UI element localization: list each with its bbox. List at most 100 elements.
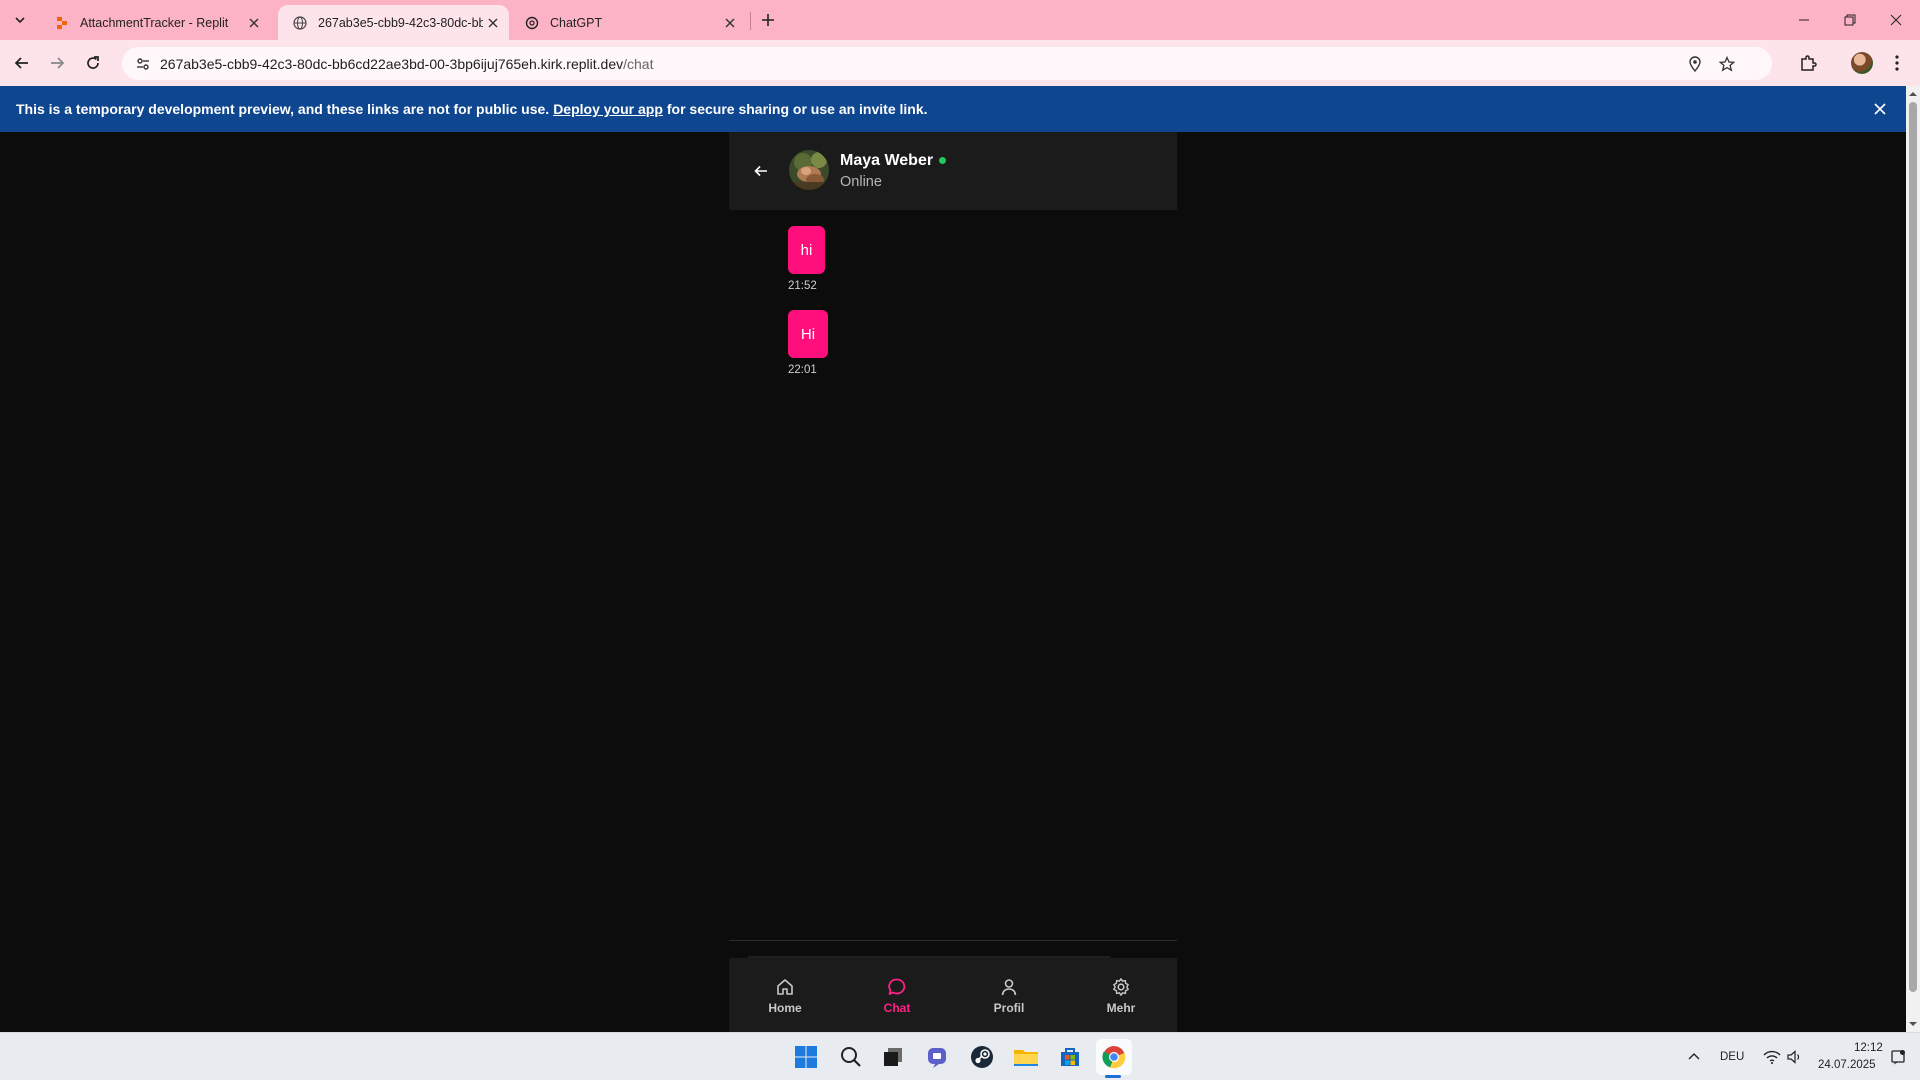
notification-icon <box>1891 1050 1905 1065</box>
gear-icon <box>1110 976 1132 998</box>
message-bubble: Hi <box>788 310 828 358</box>
deploy-app-link[interactable]: Deploy your app <box>553 101 663 117</box>
taskbar-search-button[interactable] <box>833 1039 869 1075</box>
arrow-right-icon <box>51 57 65 69</box>
browser-menu-button[interactable] <box>1885 51 1909 75</box>
reload-button[interactable] <box>79 49 107 77</box>
volume-button[interactable] <box>1780 1039 1808 1075</box>
restore-icon <box>1844 14 1856 26</box>
minimize-button[interactable] <box>1781 0 1827 40</box>
contact-name: Maya Weber <box>840 152 934 169</box>
puzzle-icon <box>1801 55 1817 71</box>
nav-label: Home <box>768 1000 802 1015</box>
steam-icon <box>971 1046 993 1068</box>
minimize-icon <box>1799 19 1809 21</box>
globe-icon <box>292 15 308 31</box>
divider <box>729 940 1177 941</box>
input-language[interactable]: DEU <box>1720 1051 1744 1063</box>
site-info-icon[interactable] <box>128 49 158 79</box>
plus-icon <box>762 14 774 26</box>
page-scrollbar[interactable] <box>1906 86 1920 1032</box>
banner-text-after: for secure sharing or use an invite link… <box>666 101 928 117</box>
scroll-down-icon[interactable] <box>1909 1020 1917 1028</box>
restore-button[interactable] <box>1827 0 1873 40</box>
nav-mehr[interactable]: Mehr <box>1065 958 1177 1032</box>
tab-chatgpt[interactable]: ChatGPT <box>510 5 746 40</box>
openai-icon <box>524 15 540 31</box>
reload-icon <box>87 56 99 69</box>
nav-label: Chat <box>883 1000 911 1015</box>
close-icon[interactable] <box>483 13 503 33</box>
nav-label: Profil <box>993 1000 1025 1015</box>
close-icon[interactable] <box>244 13 264 33</box>
folder-icon <box>1014 1050 1038 1066</box>
close-icon[interactable] <box>720 13 740 33</box>
show-hidden-icons-button[interactable] <box>1680 1039 1708 1075</box>
notifications-button[interactable] <box>1884 1039 1912 1075</box>
scroll-up-icon[interactable] <box>1909 90 1917 98</box>
start-button[interactable] <box>788 1039 824 1075</box>
steam-app[interactable] <box>964 1039 1000 1075</box>
close-window-button[interactable] <box>1873 0 1919 40</box>
online-indicator <box>939 157 946 164</box>
tab-replit-preview[interactable]: 267ab3e5-cbb9-42c3-80dc-bb6 <box>278 5 509 40</box>
task-view-button[interactable] <box>875 1039 911 1075</box>
tab-title: ChatGPT <box>550 15 603 30</box>
wifi-icon <box>1763 1050 1781 1064</box>
scroll-thumb[interactable] <box>1909 102 1917 992</box>
chat-icon <box>886 976 908 998</box>
address-bar[interactable]: 267ab3e5-cbb9-42c3-80dc-bb6cd22ae3bd-00-… <box>122 47 1772 80</box>
url-text: 267ab3e5-cbb9-42c3-80dc-bb6cd22ae3bd-00-… <box>160 56 653 72</box>
contact-avatar <box>789 150 829 190</box>
chat-page: Maya Weber Online hi 21:52 Hi 22:01 Home… <box>0 132 1906 1032</box>
chat-back-button[interactable] <box>749 159 773 183</box>
message-time: 22:01 <box>788 364 817 376</box>
message-bubble: hi <box>788 226 825 274</box>
location-icon[interactable] <box>1684 53 1706 75</box>
message-time: 21:52 <box>788 280 817 292</box>
os-taskbar: DEU 12:12 24.07.2025 <box>0 1032 1920 1080</box>
bookmark-star-icon[interactable] <box>1716 53 1738 75</box>
chevron-down-icon <box>15 17 25 24</box>
active-app-indicator <box>1105 1075 1121 1078</box>
nav-home[interactable]: Home <box>729 958 841 1032</box>
teams-icon <box>928 1048 946 1068</box>
tab-attachmenttracker[interactable]: AttachmentTracker - Replit <box>40 5 270 40</box>
banner-close-button[interactable] <box>1870 99 1890 119</box>
teams-app[interactable] <box>920 1039 956 1075</box>
tab-title: AttachmentTracker - Replit <box>80 15 229 30</box>
nav-profil[interactable]: Profil <box>953 958 1065 1032</box>
speaker-icon <box>1787 1050 1800 1064</box>
tab-separator <box>750 12 751 30</box>
new-tab-button[interactable] <box>756 8 780 32</box>
close-icon <box>1890 14 1902 26</box>
arrow-left-icon <box>14 57 28 69</box>
replit-icon <box>54 15 70 31</box>
avatar <box>1851 52 1873 74</box>
tab-title: 267ab3e5-cbb9-42c3-80dc-bb6 <box>318 15 483 30</box>
file-explorer-app[interactable] <box>1008 1039 1044 1075</box>
tab-search-button[interactable] <box>8 8 32 32</box>
back-button[interactable] <box>8 49 36 77</box>
chrome-icon <box>1102 1046 1126 1069</box>
clock-time[interactable]: 12:12 <box>1854 1042 1883 1054</box>
chrome-app[interactable] <box>1096 1039 1132 1075</box>
banner-text-before: This is a temporary development preview,… <box>16 101 550 117</box>
nav-chat[interactable]: Chat <box>841 958 953 1032</box>
browser-toolbar: 267ab3e5-cbb9-42c3-80dc-bb6cd22ae3bd-00-… <box>0 40 1920 86</box>
store-icon <box>1061 1048 1079 1066</box>
chevron-up-icon <box>1688 1053 1700 1060</box>
clock-date[interactable]: 24.07.2025 <box>1818 1059 1876 1071</box>
user-icon <box>998 976 1020 998</box>
extensions-button[interactable] <box>1796 51 1820 75</box>
url-host: 267ab3e5-cbb9-42c3-80dc-bb6cd22ae3bd-00-… <box>160 55 624 72</box>
nav-label: Mehr <box>1106 1000 1136 1015</box>
dev-preview-banner: This is a temporary development preview,… <box>0 86 1906 132</box>
bottom-navigation: Home Chat Profil Mehr <box>729 958 1177 1032</box>
arrow-left-icon <box>754 165 767 177</box>
chat-header: Maya Weber Online <box>729 132 1177 210</box>
profile-button[interactable] <box>1850 51 1874 75</box>
search-icon <box>841 1047 861 1067</box>
store-app[interactable] <box>1052 1039 1088 1075</box>
forward-button[interactable] <box>43 49 71 77</box>
